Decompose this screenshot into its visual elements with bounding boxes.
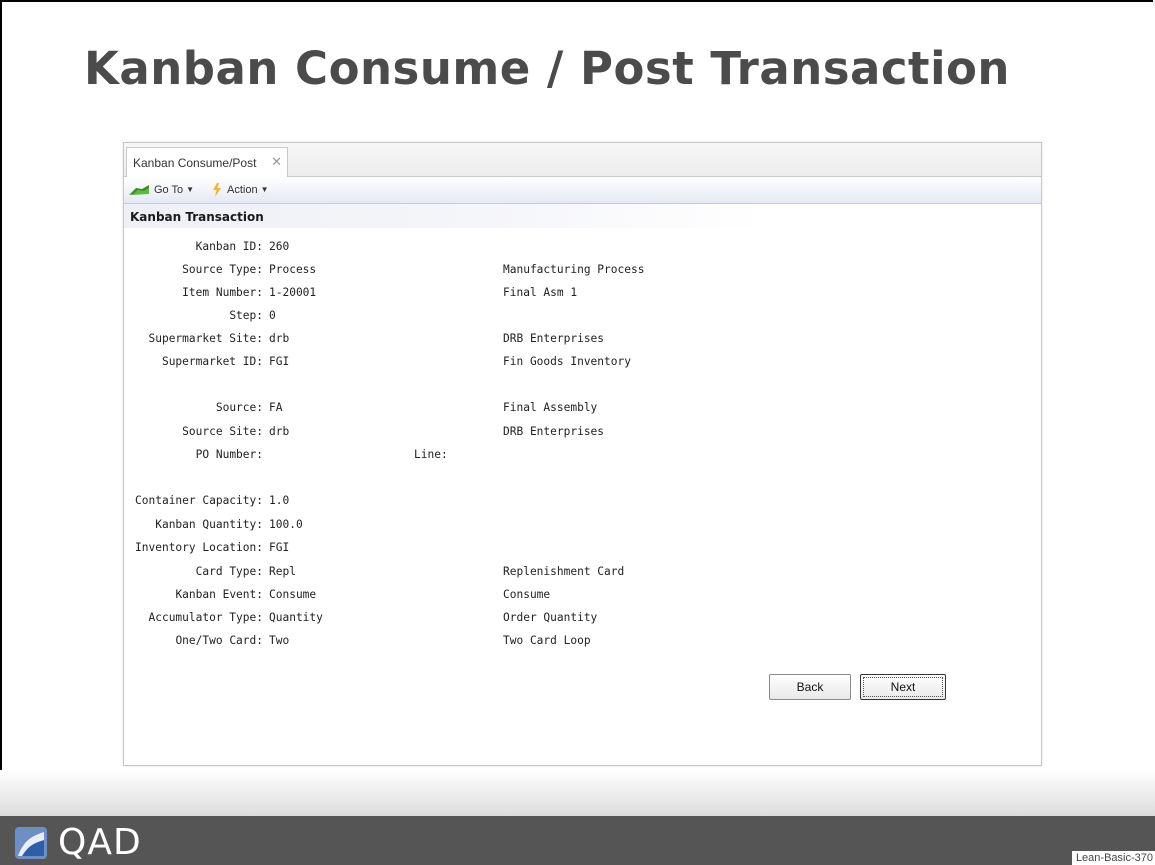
field-label: Kanban Quantity: xyxy=(155,518,263,531)
field-label: Item Number: xyxy=(182,286,263,299)
field-row-inventory-location: Inventory Location: FGI xyxy=(124,541,1041,559)
field-value: FA xyxy=(269,401,283,414)
qad-logo: QAD xyxy=(14,822,214,863)
field-label: Supermarket Site: xyxy=(148,332,263,345)
slide-code: Lean-Basic-370 xyxy=(1071,851,1155,865)
next-button[interactable]: Next xyxy=(860,674,946,700)
field-row-step: Step: 0 xyxy=(124,309,1041,327)
field-label: Source Site: xyxy=(182,425,263,438)
field-value: 1.0 xyxy=(269,494,290,507)
field-value: Two xyxy=(269,634,290,647)
field-description: Final Assembly xyxy=(503,401,598,414)
toolbar: Go To ▼ Action ▼ xyxy=(124,177,1041,204)
goto-label: Go To xyxy=(154,184,184,196)
field-row-source: Source: FA Final Assembly xyxy=(124,401,1041,419)
field-row-supermarket-site: Supermarket Site: drb DRB Enterprises xyxy=(124,332,1041,350)
field-value: drb xyxy=(269,425,290,438)
field-label: Accumulator Type: xyxy=(148,611,263,624)
field-description: Final Asm 1 xyxy=(503,286,578,299)
field-description: Consume xyxy=(503,588,551,601)
field-description: Fin Goods Inventory xyxy=(503,355,631,368)
qad-logo-icon xyxy=(15,827,47,859)
field-row-source-type: Source Type: Process Manufacturing Proce… xyxy=(124,263,1041,281)
field-row-kanban-quantity: Kanban Quantity: 100.0 xyxy=(124,518,1041,536)
field-description: Replenishment Card xyxy=(503,565,625,578)
field-row-accumulator-type: Accumulator Type: Quantity Order Quantit… xyxy=(124,611,1041,629)
field-row-source-site: Source Site: drb DRB Enterprises xyxy=(124,425,1041,443)
field-label: Inventory Location: xyxy=(135,541,263,554)
field-description: Manufacturing Process xyxy=(503,263,645,276)
chevron-down-icon: ▼ xyxy=(260,185,269,195)
field-label: One/Two Card: xyxy=(175,634,263,647)
field-value: 260 xyxy=(269,240,290,253)
action-label: Action xyxy=(227,184,258,196)
field-row-kanban-id: Kanban ID: 260 xyxy=(124,240,1041,258)
field-row-kanban-event: Kanban Event: Consume Consume xyxy=(124,588,1041,606)
field-description: Order Quantity xyxy=(503,611,598,624)
field-label: Source Type: xyxy=(182,263,263,276)
goto-menu-button[interactable]: Go To ▼ xyxy=(128,182,194,198)
field-row-container-capacity: Container Capacity: 1.0 xyxy=(124,494,1041,512)
field-description: Two Card Loop xyxy=(503,634,591,647)
field-row-one-two-card: One/Two Card: Two Two Card Loop xyxy=(124,634,1041,652)
action-menu-button[interactable]: Action ▼ xyxy=(212,182,269,198)
field-value: drb xyxy=(269,332,290,345)
footer-fade xyxy=(0,770,1155,816)
field-value: FGI xyxy=(269,355,290,368)
app-window: Kanban Consume/Post ✕ Go To ▼ Action ▼ Kan… xyxy=(123,142,1042,766)
field-value: Consume xyxy=(269,588,317,601)
field-value: 100.0 xyxy=(269,518,303,531)
field-value: Repl xyxy=(269,565,296,578)
field-description: DRB Enterprises xyxy=(503,332,605,345)
field-label: Kanban Event: xyxy=(175,588,263,601)
section-header: Kanban Transaction xyxy=(124,204,1041,228)
field-label: Source: xyxy=(215,401,263,414)
field-row-item-number: Item Number: 1-20001 Final Asm 1 xyxy=(124,286,1041,304)
field-value: 0 xyxy=(269,309,276,322)
field-value: 1-20001 xyxy=(269,286,317,299)
field-label: PO Number: xyxy=(195,448,263,461)
footer-bar: QAD Lean-Basic-370 xyxy=(0,816,1155,865)
tab-label: Kanban Consume/Post xyxy=(133,156,257,170)
lightning-icon xyxy=(213,183,221,198)
field-label: Step: xyxy=(229,309,263,322)
tab-kanban-consume-post[interactable]: Kanban Consume/Post ✕ xyxy=(126,147,288,177)
close-icon[interactable]: ✕ xyxy=(271,154,282,170)
chevron-down-icon: ▼ xyxy=(186,185,195,195)
tab-strip: Kanban Consume/Post ✕ xyxy=(124,143,1041,177)
line-label: Line: xyxy=(414,448,448,461)
field-description: DRB Enterprises xyxy=(503,425,605,438)
field-value: Quantity xyxy=(269,611,323,624)
field-value: FGI xyxy=(269,541,290,554)
brand-name: QAD xyxy=(58,822,142,863)
back-button[interactable]: Back xyxy=(769,674,851,700)
field-row-po-number: PO Number: Line: xyxy=(124,448,1041,466)
slide-title: Kanban Consume / Post Transaction xyxy=(84,42,1010,95)
field-label: Supermarket ID: xyxy=(161,355,263,368)
next-button-label: Next xyxy=(863,677,943,697)
field-row-card-type: Card Type: Repl Replenishment Card xyxy=(124,565,1041,583)
field-label: Kanban ID: xyxy=(195,240,263,253)
field-row-supermarket-id: Supermarket ID: FGI Fin Goods Inventory xyxy=(124,355,1041,373)
green-arrow-icon xyxy=(129,185,149,196)
field-value: Process xyxy=(269,263,317,276)
field-label: Card Type: xyxy=(195,565,263,578)
field-label: Container Capacity: xyxy=(135,494,263,507)
